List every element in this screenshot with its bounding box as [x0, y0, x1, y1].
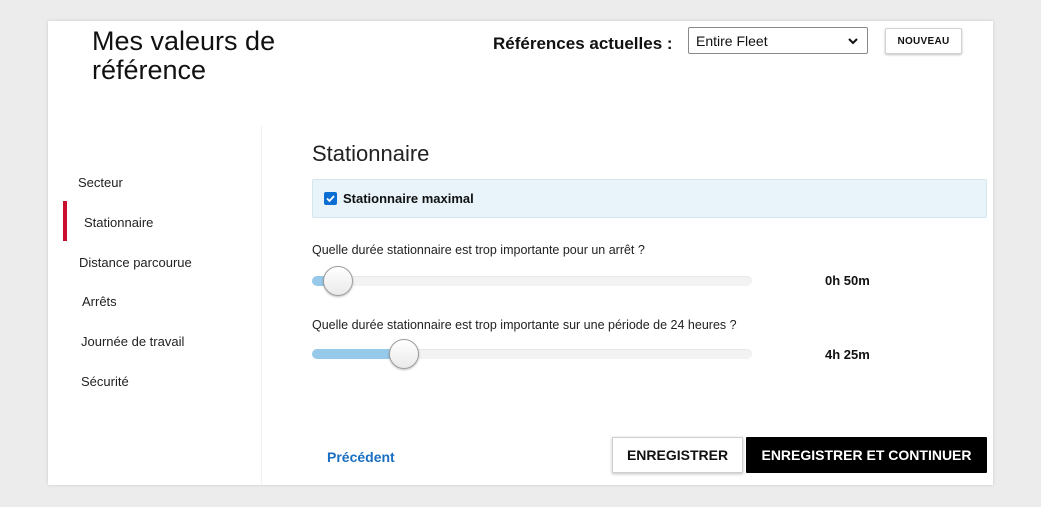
sidebar-item-distance[interactable]: Distance parcourue: [79, 255, 192, 270]
max-stationary-checkbox[interactable]: [324, 192, 337, 205]
references-select[interactable]: Entire Fleet: [688, 27, 868, 54]
sidebar-item-arrets[interactable]: Arrêts: [82, 294, 117, 309]
daily-duration-question: Quelle durée stationnaire est trop impor…: [312, 318, 737, 332]
stop-duration-value: 0h 50m: [825, 273, 870, 288]
chevron-down-icon: [848, 37, 858, 44]
max-stationary-label[interactable]: Stationnaire maximal: [343, 191, 474, 206]
daily-duration-slider-thumb[interactable]: [389, 339, 419, 369]
current-references-label: Références actuelles :: [493, 34, 673, 53]
sidebar-item-secteur[interactable]: Secteur: [78, 175, 123, 190]
sidebar-item-journee[interactable]: Journée de travail: [81, 334, 184, 349]
stop-duration-slider-thumb[interactable]: [323, 266, 353, 296]
sidebar: Secteur Stationnaire Distance parcourue …: [48, 126, 262, 485]
sidebar-item-securite[interactable]: Sécurité: [81, 374, 129, 389]
page-title: Mes valeurs de référence: [92, 26, 276, 85]
main-panel: Mes valeurs de référence Références actu…: [48, 21, 993, 485]
save-button[interactable]: ENREGISTRER: [612, 437, 743, 473]
sidebar-item-stationnaire[interactable]: Stationnaire: [84, 215, 153, 230]
section-title: Stationnaire: [312, 141, 430, 166]
active-indicator: [63, 201, 67, 241]
save-and-continue-button[interactable]: ENREGISTRER ET CONTINUER: [746, 437, 987, 473]
daily-duration-value: 4h 25m: [825, 347, 870, 362]
stop-duration-question: Quelle durée stationnaire est trop impor…: [312, 243, 645, 257]
daily-duration-slider[interactable]: [312, 339, 752, 369]
references-select-value: Entire Fleet: [696, 32, 768, 49]
check-icon: [326, 195, 335, 203]
previous-link[interactable]: Précédent: [327, 449, 395, 465]
new-button[interactable]: NOUVEAU: [885, 28, 962, 54]
stop-duration-slider[interactable]: [312, 266, 752, 296]
max-stationary-banner: Stationnaire maximal: [312, 179, 987, 218]
daily-duration-slider-fill: [312, 349, 400, 359]
